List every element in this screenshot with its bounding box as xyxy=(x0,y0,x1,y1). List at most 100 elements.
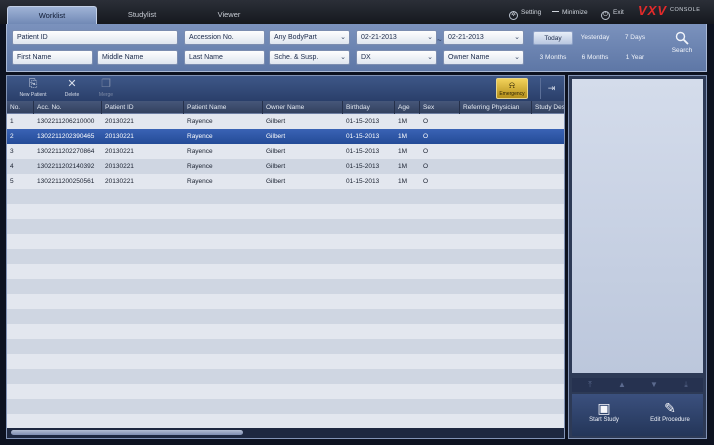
date-range-separator: ~ xyxy=(437,36,442,45)
date-6months-button[interactable]: 6 Months xyxy=(576,51,614,65)
merge-icon: ❐ xyxy=(101,78,111,90)
cell-owner-name: Gilbert xyxy=(266,118,286,125)
cell-age: 1M xyxy=(398,133,408,140)
table-header: No. Acc. No. Patient ID Patient Name Own… xyxy=(7,101,564,114)
modality-select[interactable]: DX ⌄ xyxy=(356,50,437,65)
owner-name-select[interactable]: Owner Name ⌄ xyxy=(443,50,524,65)
table-body: 1 1302211206210000 20130221 Rayence Gilb… xyxy=(7,114,564,428)
setting-label: Setting xyxy=(521,9,542,16)
column-header-sex[interactable]: Sex xyxy=(420,101,460,114)
scrollbar-thumb[interactable] xyxy=(11,430,243,435)
chevron-down-icon: ⌄ xyxy=(514,54,520,61)
edit-procedure-button[interactable]: ✎ Edit Procedure xyxy=(640,400,700,423)
worklist-panel: ⎘ New Patient ✕ Delete ❐ Merge ⍾ Emergency ⇥… xyxy=(6,75,565,439)
cell-acc-no: 1302211202270864 xyxy=(37,148,95,155)
cell-birthday: 01-15-2013 xyxy=(346,178,380,185)
table-row[interactable]: 1 1302211206210000 20130221 Rayence Gilb… xyxy=(7,114,564,129)
table-row-selected[interactable]: 2 1302211202390465 20130221 Rayence Gilb… xyxy=(7,129,564,144)
cell-sex: O xyxy=(423,133,429,140)
move-bottom-icon[interactable]: ⤓ xyxy=(670,379,702,391)
table-row[interactable]: 4 1302211202140392 20130221 Rayence Gilb… xyxy=(7,159,564,174)
date-today-button[interactable]: Today xyxy=(533,31,573,45)
column-header-owner-name[interactable]: Owner Name xyxy=(263,101,343,114)
column-header-age[interactable]: Age xyxy=(395,101,420,114)
cell-birthday: 01-15-2013 xyxy=(346,163,380,170)
column-header-no[interactable]: No. xyxy=(7,101,34,114)
cell-patient-id: 20130221 xyxy=(105,148,134,155)
date-from-value: 02-21-2013 xyxy=(361,34,397,41)
search-button[interactable]: Search xyxy=(667,31,697,63)
date-to-select[interactable]: 02-21-2013 ⌄ xyxy=(443,30,524,45)
procedure-list[interactable] xyxy=(572,79,703,373)
table-row[interactable]: 5 1302211200250561 20130221 Rayence Gilb… xyxy=(7,174,564,189)
column-header-patient-name[interactable]: Patient Name xyxy=(184,101,263,114)
search-label: Search xyxy=(671,47,693,54)
move-up-icon[interactable]: ▲ xyxy=(606,379,638,391)
cell-patient-name: Rayence xyxy=(187,148,213,155)
patient-id-field[interactable]: Patient ID xyxy=(12,30,178,45)
merge-button[interactable]: ❐ Merge xyxy=(89,78,123,100)
column-header-referring-physician[interactable]: Referring Physician xyxy=(460,101,532,114)
exit-button[interactable]: ⏻ Exit xyxy=(601,7,624,20)
new-patient-button[interactable]: ⎘ New Patient xyxy=(16,78,50,100)
middle-name-field[interactable]: Middle Name xyxy=(97,50,178,65)
column-header-birthday[interactable]: Birthday xyxy=(343,101,395,114)
cell-owner-name: Gilbert xyxy=(266,163,286,170)
column-header-study-description[interactable]: Study Des xyxy=(532,101,564,114)
cell-owner-name: Gilbert xyxy=(266,178,286,185)
cell-no: 5 xyxy=(10,178,14,185)
cell-acc-no: 1302211202140392 xyxy=(37,163,95,170)
body-part-select[interactable]: Any BodyPart ⌄ xyxy=(269,30,350,45)
move-top-icon[interactable]: ⤒ xyxy=(574,379,606,391)
cell-birthday: 01-15-2013 xyxy=(346,133,380,140)
minimize-label: Minimize xyxy=(562,9,588,16)
date-1year-button[interactable]: 1 Year xyxy=(617,51,653,65)
logo-subtitle: CONSOLE xyxy=(670,7,701,13)
chevron-down-icon: ⌄ xyxy=(340,54,346,61)
chevron-down-icon: ⌄ xyxy=(514,34,520,41)
edit-icon: ✎ xyxy=(664,400,676,416)
emergency-label: Emergency xyxy=(499,91,525,97)
tab-worklist[interactable]: Worklist xyxy=(7,6,97,24)
date-from-select[interactable]: 02-21-2013 ⌄ xyxy=(356,30,437,45)
cell-sex: O xyxy=(423,163,429,170)
cell-age: 1M xyxy=(398,118,408,125)
date-3months-button[interactable]: 3 Months xyxy=(533,51,573,65)
cell-sex: O xyxy=(423,148,429,155)
collapse-arrow-button[interactable]: ⇥ xyxy=(540,78,562,99)
cell-patient-name: Rayence xyxy=(187,163,213,170)
setting-button[interactable]: ✲ Setting xyxy=(509,7,541,20)
exit-label: Exit xyxy=(613,9,624,16)
side-panel: ⤒ ▲ ▼ ⤓ ▣ Start Study ✎ Edit Procedure xyxy=(568,75,707,439)
app-logo: VXV CONSOLE xyxy=(638,3,710,21)
horizontal-scrollbar[interactable] xyxy=(7,428,564,438)
column-header-acc-no[interactable]: Acc. No. xyxy=(34,101,102,114)
cell-owner-name: Gilbert xyxy=(266,133,286,140)
date-yesterday-button[interactable]: Yesterday xyxy=(576,31,614,45)
minimize-button[interactable]: Minimize xyxy=(552,7,588,19)
schedule-select[interactable]: Sche. & Susp. ⌄ xyxy=(269,50,350,65)
date-to-value: 02-21-2013 xyxy=(448,34,484,41)
procedure-list-nav: ⤒ ▲ ▼ ⤓ xyxy=(572,378,703,392)
table-row[interactable]: 3 1302211202270864 20130221 Rayence Gilb… xyxy=(7,144,564,159)
cell-age: 1M xyxy=(398,178,408,185)
emergency-button[interactable]: ⍾ Emergency xyxy=(496,78,528,99)
cell-acc-no: 1302211206210000 xyxy=(37,118,95,125)
start-study-button[interactable]: ▣ Start Study xyxy=(574,400,634,423)
accession-no-field[interactable]: Accession No. xyxy=(184,30,265,45)
date-7days-button[interactable]: 7 Days xyxy=(617,31,653,45)
move-down-icon[interactable]: ▼ xyxy=(638,379,670,391)
cell-birthday: 01-15-2013 xyxy=(346,148,380,155)
cell-birthday: 01-15-2013 xyxy=(346,118,380,125)
search-icon xyxy=(675,31,689,45)
last-name-field[interactable]: Last Name xyxy=(184,50,265,65)
first-name-field[interactable]: First Name xyxy=(12,50,93,65)
tab-studylist[interactable]: Studylist xyxy=(97,6,187,24)
column-header-patient-id[interactable]: Patient ID xyxy=(102,101,184,114)
owner-name-value: Owner Name xyxy=(448,54,490,61)
tab-viewer[interactable]: Viewer xyxy=(184,6,274,24)
cell-patient-name: Rayence xyxy=(187,133,213,140)
cell-no: 3 xyxy=(10,148,14,155)
cell-sex: O xyxy=(423,178,429,185)
delete-button[interactable]: ✕ Delete xyxy=(55,78,89,100)
